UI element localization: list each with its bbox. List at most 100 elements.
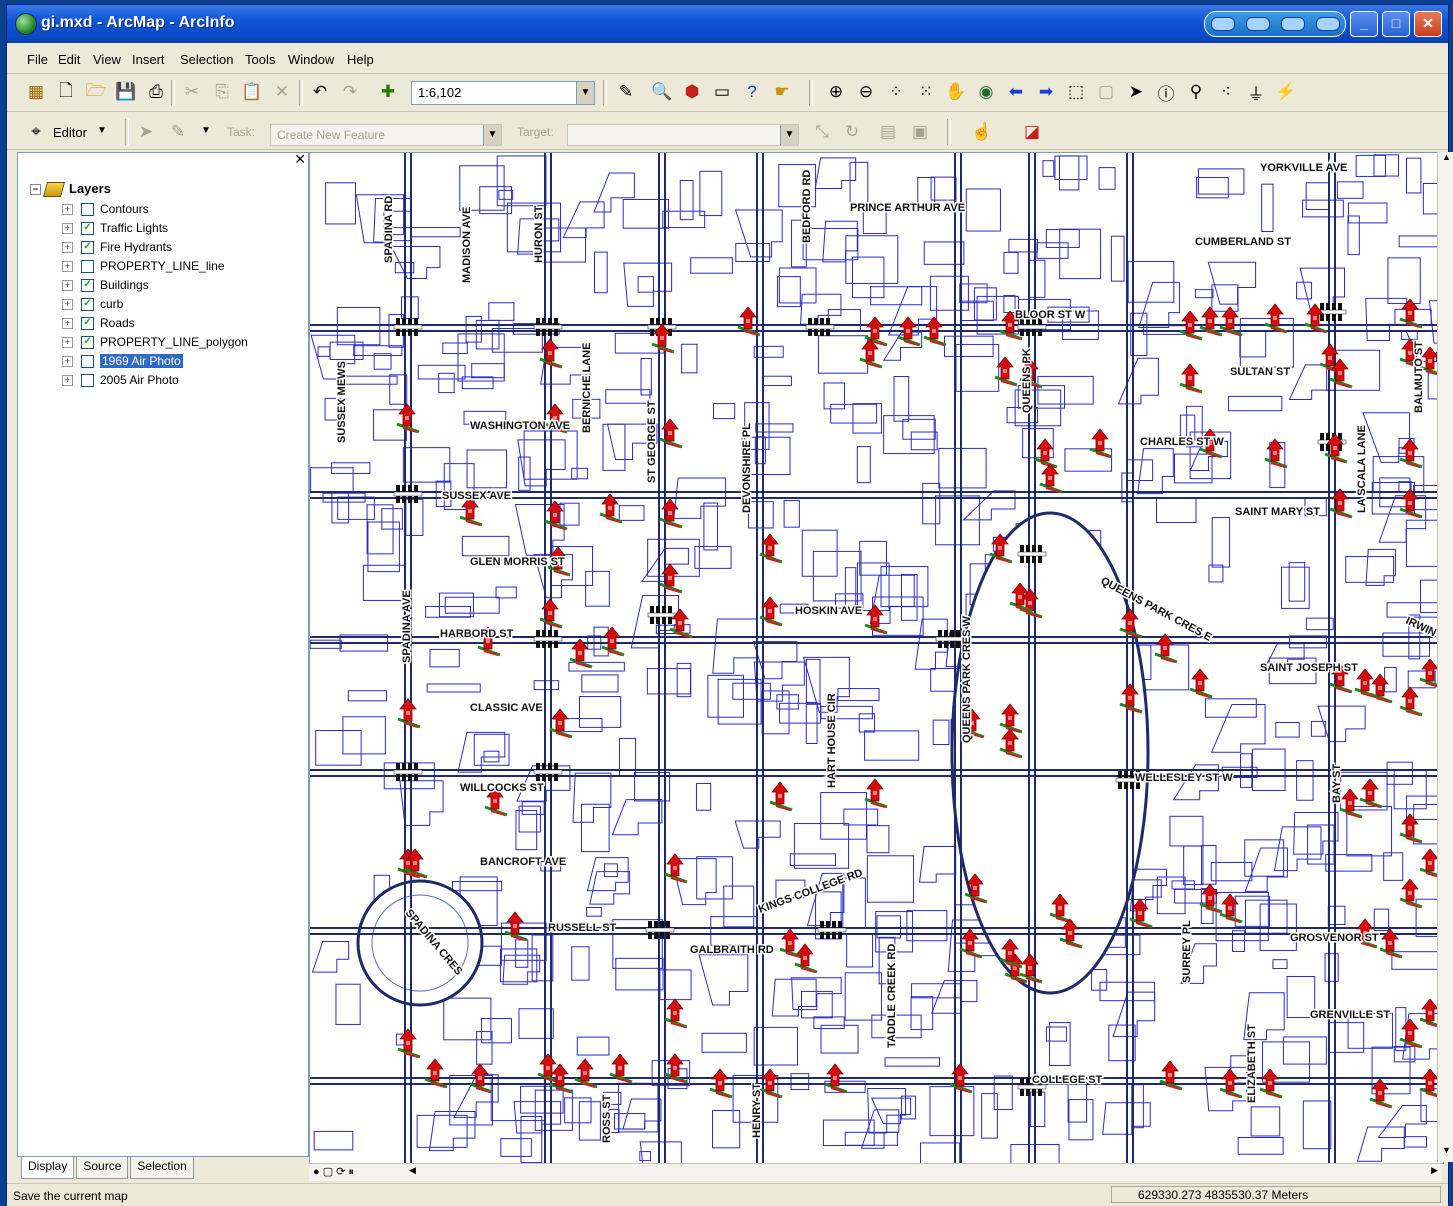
menu-file[interactable]: File <box>27 52 48 67</box>
advanced-editing-icon[interactable]: ☝ <box>969 119 995 145</box>
hand-icon[interactable]: ☛ <box>769 79 795 105</box>
layer-checkbox[interactable] <box>81 373 94 387</box>
layer-checkbox[interactable]: ✓ <box>81 278 94 292</box>
data-view-icon[interactable]: ● ▢ ⟳ ⏸ <box>313 1165 354 1179</box>
go-to-xy-icon[interactable]: ⁖ <box>1213 79 1239 105</box>
paste-icon[interactable]: 📋 <box>239 79 265 105</box>
expand-icon[interactable]: + <box>62 222 73 234</box>
maximize-button[interactable]: □ <box>1382 11 1410 37</box>
copy-icon[interactable]: ⎘ <box>209 79 235 105</box>
layer-checkbox[interactable]: ✓ <box>81 335 94 349</box>
new-map-icon[interactable]: 🗋 <box>53 79 79 105</box>
redo-icon[interactable]: ↷ <box>337 79 363 105</box>
identify-icon[interactable]: ⓘ <box>1153 79 1179 105</box>
menu-selection[interactable]: Selection <box>180 52 233 67</box>
editor-menu-button[interactable]: Editor <box>53 125 87 140</box>
select-features-icon[interactable]: ⬚ <box>1063 79 1089 105</box>
open-folder-icon[interactable]: 🗁 <box>83 79 109 105</box>
fixed-zoom-in-icon[interactable]: ⁘ <box>883 79 909 105</box>
target-dropdown[interactable]: ▼ <box>567 124 799 146</box>
delete-icon[interactable]: ✕ <box>269 79 295 105</box>
arcmap-toolbox-icon[interactable]: ⬢ <box>679 79 705 105</box>
menu-window[interactable]: Window <box>288 52 334 67</box>
expand-icon[interactable]: + <box>62 260 73 272</box>
scroll-up-icon[interactable]: ▲ <box>1438 152 1453 169</box>
split-tool-icon[interactable]: ⤡ <box>809 119 835 145</box>
task-dropdown-arrow-icon[interactable]: ▼ <box>483 125 501 145</box>
expand-icon[interactable]: + <box>62 317 73 329</box>
layer-property-line-line[interactable]: + PROPERTY_LINE_line <box>62 257 225 275</box>
full-extent-icon[interactable]: ◉ <box>973 79 999 105</box>
task-dropdown[interactable]: Create New Feature ▼ <box>270 124 502 146</box>
expand-icon[interactable]: + <box>62 241 73 253</box>
attributes-icon[interactable]: ▤ <box>875 119 901 145</box>
undo-icon[interactable]: ↶ <box>307 79 333 105</box>
print-icon[interactable]: ⎙ <box>143 79 169 105</box>
layer-checkbox[interactable]: ✓ <box>81 316 94 330</box>
select-elements-icon[interactable]: ➤ <box>1123 79 1149 105</box>
menu-view[interactable]: View <box>93 52 121 67</box>
map-vertical-scrollbar[interactable]: ▲ ▼ <box>1437 152 1453 1162</box>
pan-icon[interactable]: ✋ <box>943 79 969 105</box>
tab-display[interactable]: Display <box>21 1157 75 1179</box>
map-horizontal-scrollbar[interactable]: ● ▢ ⟳ ⏸ ◀ ▶ <box>309 1163 1442 1181</box>
layer-curb[interactable]: + ✓ curb <box>62 295 123 313</box>
layer-2005-air-photo[interactable]: +2005 Air Photo <box>62 371 179 389</box>
layer-checkbox[interactable] <box>81 354 94 368</box>
zoom-out-icon[interactable]: ⊖ <box>853 79 879 105</box>
measure-icon[interactable]: ⏚ <box>1243 79 1269 105</box>
rotate-tool-icon[interactable]: ↻ <box>839 119 865 145</box>
scroll-down-icon[interactable]: ▼ <box>1438 1145 1453 1162</box>
expand-icon[interactable]: + <box>62 336 73 348</box>
back-extent-icon[interactable]: ⬅ <box>1003 79 1029 105</box>
arctoolbox-icon[interactable]: ▦ <box>23 79 49 105</box>
layer-roads[interactable]: + ✓ Roads <box>62 314 135 332</box>
layer-buildings[interactable]: + ✓ Buildings <box>62 276 149 294</box>
layer-property-line-polygon[interactable]: + ✓ PROPERTY_LINE_polygon <box>62 333 248 351</box>
layer-checkbox[interactable] <box>81 202 94 216</box>
layers-root[interactable]: − Layers <box>30 181 111 198</box>
whats-this-icon[interactable]: ? <box>739 79 765 105</box>
target-dropdown-arrow-icon[interactable]: ▼ <box>780 125 798 145</box>
menu-insert[interactable]: Insert <box>132 52 165 67</box>
sketch-dropdown-icon[interactable]: ▼ <box>201 125 211 136</box>
menu-help[interactable]: Help <box>347 52 374 67</box>
edit-tool-icon[interactable]: ➤ <box>133 119 159 145</box>
layer-checkbox[interactable] <box>81 259 94 273</box>
catalog-icon[interactable]: 🔍 <box>649 79 675 105</box>
tray-switcher[interactable] <box>1204 11 1346 37</box>
tab-selection[interactable]: Selection <box>130 1157 194 1179</box>
save-icon[interactable]: 💾 <box>113 79 139 105</box>
hyperlink-icon[interactable]: ⚡ <box>1273 79 1299 105</box>
expand-icon[interactable]: + <box>62 279 73 291</box>
zoom-in-icon[interactable]: ⊕ <box>823 79 849 105</box>
collapse-icon[interactable]: − <box>30 184 41 196</box>
find-icon[interactable]: ⚲ <box>1183 79 1209 105</box>
map-view[interactable]: YORKVILLE AVE PRINCE ARTHUR AVE CUMBERLAND… <box>309 152 1444 1164</box>
editor-dropdown-icon[interactable]: ▼ <box>97 125 107 136</box>
add-data-icon[interactable]: ✚ <box>375 79 401 105</box>
dropdown-arrow-icon[interactable]: ▼ <box>576 82 594 104</box>
map-scale-dropdown[interactable]: 1:6,102 ▼ <box>411 81 595 105</box>
layer-1969-air-photo[interactable]: +1969 Air Photo <box>62 352 183 370</box>
layer-checkbox[interactable]: ✓ <box>81 240 94 254</box>
scroll-left-icon[interactable]: ◀ <box>409 1165 416 1176</box>
sketch-properties-icon[interactable]: ▣ <box>907 119 933 145</box>
expand-icon[interactable]: + <box>62 374 73 386</box>
tab-source[interactable]: Source <box>76 1157 129 1179</box>
forward-extent-icon[interactable]: ➡ <box>1033 79 1059 105</box>
minimize-button[interactable]: _ <box>1350 11 1378 37</box>
command-line-icon[interactable]: ▭ <box>709 79 735 105</box>
map-canvas[interactable]: YORKVILLE AVE PRINCE ARTHUR AVE CUMBERLAND… <box>310 153 1443 1163</box>
fixed-zoom-out-icon[interactable]: ⁙ <box>913 79 939 105</box>
menu-tools[interactable]: Tools <box>245 52 275 67</box>
editor-toolbar-icon[interactable]: ✎ <box>613 79 639 105</box>
layer-contours[interactable]: + Contours <box>62 200 149 218</box>
sketch-tool-icon[interactable]: ✎ <box>165 119 191 145</box>
menu-edit[interactable]: Edit <box>58 52 80 67</box>
close-icon[interactable]: ✕ <box>294 151 306 168</box>
scroll-right-icon[interactable]: ▶ <box>1431 1165 1438 1176</box>
layer-checkbox[interactable]: ✓ <box>81 221 94 235</box>
topology-icon[interactable]: ◪ <box>1019 119 1045 145</box>
expand-icon[interactable]: + <box>62 203 73 215</box>
